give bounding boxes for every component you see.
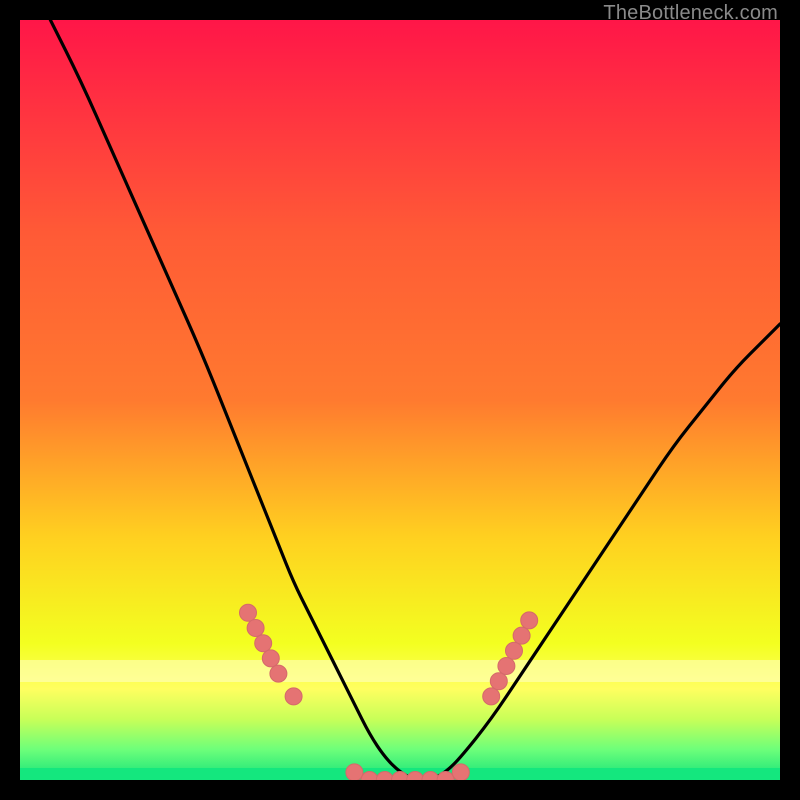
curve-marker [490, 673, 507, 690]
curve-marker [270, 665, 287, 682]
curve-marker [521, 612, 538, 629]
curve-marker [513, 627, 530, 644]
chart-frame [20, 20, 780, 780]
curve-marker [285, 688, 302, 705]
curve-marker [240, 604, 257, 621]
bottleneck-plot [20, 20, 780, 780]
curve-marker [247, 620, 264, 637]
curve-marker [262, 650, 279, 667]
curve-marker [498, 658, 515, 675]
curve-marker [346, 764, 363, 780]
curve-marker [255, 635, 272, 652]
pale-band [20, 660, 780, 682]
attribution-label: TheBottleneck.com [603, 2, 778, 25]
curve-marker [483, 688, 500, 705]
curve-marker [506, 642, 523, 659]
curve-marker [452, 764, 469, 780]
